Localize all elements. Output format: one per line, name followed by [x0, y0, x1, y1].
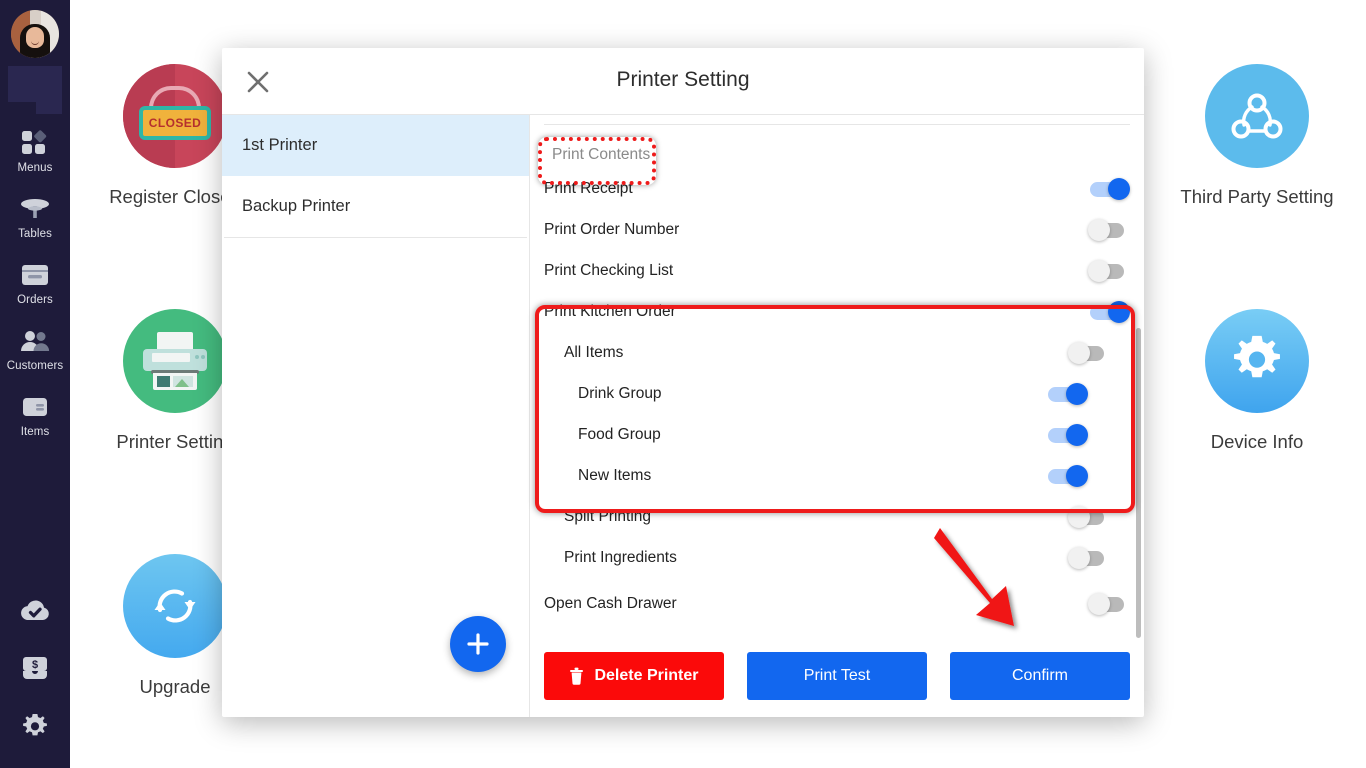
profile-block	[8, 66, 62, 114]
toggle-print-order-number[interactable]	[1088, 218, 1130, 241]
toggle-print-ingredients[interactable]	[1068, 546, 1110, 569]
sidebar-item-orders[interactable]: Orders	[0, 246, 70, 312]
toggle-print-checking-list[interactable]	[1088, 259, 1130, 282]
setting-label: Print Checking List	[544, 261, 674, 279]
setting-row-print-receipt[interactable]: Print Receipt	[530, 168, 1144, 209]
print-test-button[interactable]: Print Test	[747, 652, 927, 700]
svg-text:$: $	[32, 659, 38, 671]
printer-list-item-backup[interactable]: Backup Printer	[222, 176, 529, 237]
delete-printer-button[interactable]: Delete Printer	[544, 652, 724, 700]
page-title: Printer Setting	[616, 68, 750, 91]
dialog-header: Printer Setting	[222, 48, 1144, 115]
sidebar-item-tables[interactable]: Tables	[0, 180, 70, 246]
items-icon	[0, 392, 70, 422]
toggle-food-group[interactable]	[1046, 423, 1088, 446]
setting-row-print-order-number[interactable]: Print Order Number	[530, 209, 1144, 250]
button-label: Delete Printer	[594, 667, 699, 684]
gear-icon[interactable]	[0, 698, 70, 756]
section-header-print-contents: Print Contents	[552, 146, 651, 163]
setting-label: Open Cash Drawer	[544, 594, 677, 612]
gear-icon	[1205, 309, 1309, 413]
add-printer-button[interactable]	[450, 616, 506, 672]
dialog-action-buttons: Delete Printer Print Test Confirm	[544, 652, 1130, 700]
setting-label: Print Order Number	[544, 220, 680, 238]
tile-device-info[interactable]: Device Info	[1152, 309, 1362, 453]
list-item-label: Backup Printer	[242, 197, 351, 215]
setting-row-drink-group[interactable]: Drink Group	[530, 373, 1144, 414]
toggle-all-items[interactable]	[1068, 341, 1110, 364]
setting-label: Print Ingredients	[564, 548, 677, 566]
printer-list-item-1st[interactable]: 1st Printer	[222, 115, 529, 176]
tile-label: Device Info	[1210, 431, 1304, 452]
setting-row-new-items[interactable]: New Items	[530, 455, 1144, 496]
app-root: Menus Tables Orders Customers Items $ CL…	[0, 0, 1366, 768]
vertical-scrollbar[interactable]	[1136, 328, 1141, 638]
tile-third-party-setting[interactable]: Third Party Setting	[1152, 64, 1362, 208]
pane-divider	[544, 124, 1130, 125]
avatar[interactable]	[11, 10, 59, 58]
setting-label: Print Receipt	[544, 179, 633, 197]
setting-row-open-cash-drawer[interactable]: Open Cash Drawer	[530, 583, 1144, 624]
sidebar-item-label: Tables	[18, 228, 52, 240]
dialog-body: 1st Printer Backup Printer Print Content…	[222, 115, 1144, 717]
setting-row-split-printing[interactable]: Split Printing	[530, 496, 1144, 537]
setting-row-all-items[interactable]: All Items	[530, 332, 1144, 373]
cash-drawer-icon[interactable]: $	[0, 640, 70, 698]
share-network-icon	[1205, 64, 1309, 168]
sidebar-item-label: Menus	[17, 162, 53, 174]
list-divider	[224, 237, 527, 238]
button-label: Confirm	[1011, 667, 1068, 684]
button-label: Print Test	[803, 667, 871, 684]
setting-label: Split Printing	[564, 507, 652, 525]
setting-label: Drink Group	[578, 384, 662, 402]
sidebar-item-items[interactable]: Items	[0, 378, 70, 444]
list-item-label: 1st Printer	[242, 136, 318, 154]
table-icon	[0, 194, 70, 224]
setting-row-print-checking-list[interactable]: Print Checking List	[530, 250, 1144, 291]
setting-label: New Items	[578, 466, 652, 484]
refresh-sync-icon	[123, 554, 227, 658]
printer-settings-pane: Print Contents Print Receipt Print Order…	[530, 115, 1144, 717]
setting-label: Food Group	[578, 425, 661, 443]
toggle-split-printing[interactable]	[1068, 505, 1110, 528]
printer-icon	[123, 309, 227, 413]
setting-row-food-group[interactable]: Food Group	[530, 414, 1144, 455]
toggle-open-cash-drawer[interactable]	[1088, 592, 1130, 615]
printer-list: 1st Printer Backup Printer	[222, 115, 530, 717]
sidebar-item-label: Orders	[17, 294, 53, 306]
sidebar-item-label: Items	[20, 426, 50, 438]
tile-label: Third Party Setting	[1180, 186, 1334, 207]
register-closed-icon: CLOSED	[123, 64, 227, 168]
toggle-print-kitchen-order[interactable]	[1088, 300, 1130, 323]
toggle-drink-group[interactable]	[1046, 382, 1088, 405]
plus-icon	[467, 633, 489, 655]
confirm-button[interactable]: Confirm	[950, 652, 1130, 700]
closed-sign-label: CLOSED	[139, 106, 211, 140]
sidebar-item-customers[interactable]: Customers	[0, 312, 70, 378]
setting-row-print-ingredients[interactable]: Print Ingredients	[530, 537, 1144, 578]
printer-setting-dialog: Printer Setting 1st Printer Backup Print…	[222, 48, 1144, 717]
toggle-print-receipt[interactable]	[1088, 177, 1130, 200]
setting-label: All Items	[564, 343, 624, 361]
customers-icon	[0, 326, 70, 356]
sidebar: Menus Tables Orders Customers Items $	[0, 0, 70, 768]
trash-icon	[570, 667, 584, 685]
sidebar-item-label: Customers	[6, 360, 64, 372]
sidebar-item-menus[interactable]: Menus	[0, 114, 70, 180]
setting-row-print-kitchen-order[interactable]: Print Kitchen Order	[530, 291, 1144, 332]
toggle-new-items[interactable]	[1046, 464, 1088, 487]
setting-label: Print Kitchen Order	[544, 302, 676, 320]
cloud-check-icon[interactable]	[0, 582, 70, 640]
orders-icon	[0, 260, 70, 290]
grid-icon	[0, 128, 70, 158]
